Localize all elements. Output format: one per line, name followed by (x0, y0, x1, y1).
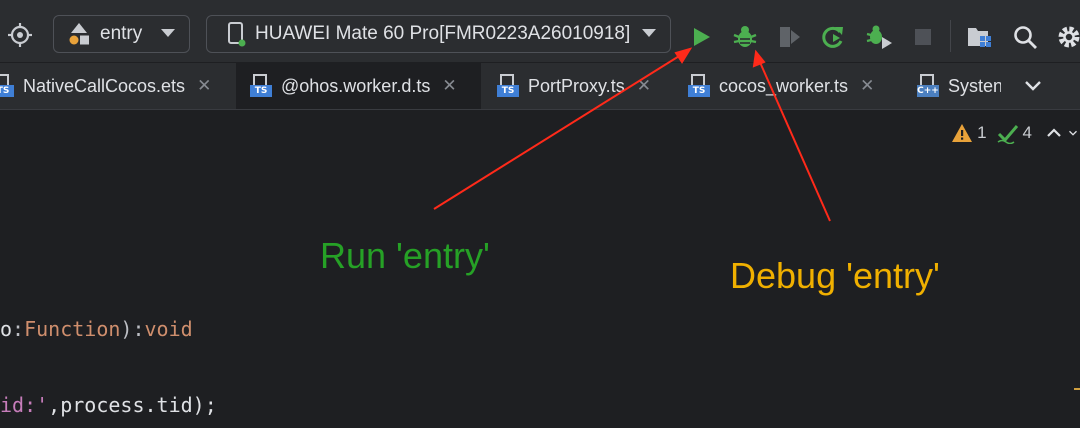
project-structure-icon (968, 28, 991, 47)
editor-tab-bar: TS NativeCallCocos.ets ✕ TS @ohos.worker… (0, 63, 1080, 110)
tab-label: @ohos.worker.d.ts (281, 75, 431, 96)
typescript-file-icon: TS (250, 74, 272, 98)
locate-target-icon[interactable] (6, 21, 34, 49)
gear-icon (1058, 26, 1080, 48)
chevron-down-icon[interactable] (1066, 121, 1080, 145)
tab-label: Systen (948, 75, 1001, 96)
tab-nativecallcocos[interactable]: TS NativeCallCocos.ets ✕ (0, 63, 236, 109)
debug-button[interactable] (730, 22, 760, 52)
attach-debugger-button[interactable] (864, 22, 894, 52)
inspection-widget[interactable]: 1 4 (951, 120, 1080, 146)
chevron-down-icon (161, 29, 175, 37)
search-icon (1014, 26, 1037, 49)
run-configuration-dropdown[interactable]: entry (53, 15, 190, 53)
project-structure-button[interactable] (965, 22, 995, 52)
run-annotation: Run 'entry' (320, 235, 490, 276)
tab-ohos-worker[interactable]: TS @ohos.worker.d.ts ✕ (236, 63, 481, 109)
run-button[interactable] (686, 22, 716, 52)
tab-portproxy[interactable]: TS PortProxy.ts ✕ (481, 63, 671, 109)
close-icon[interactable]: ✕ (442, 76, 456, 96)
bug-icon (733, 26, 757, 47)
close-icon[interactable]: ✕ (197, 76, 211, 96)
error-stripe-mark (1074, 388, 1080, 390)
chevron-down-icon (1025, 81, 1041, 91)
chevron-up-icon[interactable] (1042, 121, 1066, 145)
phone-icon (227, 21, 247, 47)
tab-label: PortProxy.ts (528, 75, 625, 96)
debug-annotation: Debug 'entry' (730, 255, 940, 296)
device-label: HUAWEI Mate 60 Pro[FMR0223A26010918] (255, 23, 631, 44)
chevron-down-icon (642, 29, 656, 37)
close-icon[interactable]: ✕ (637, 76, 651, 96)
check-icon (997, 125, 1018, 144)
close-icon[interactable]: ✕ (860, 76, 874, 96)
tab-system[interactable]: C++ Systen (901, 63, 1001, 109)
stop-button[interactable] (908, 22, 938, 52)
typescript-file-icon: TS (688, 74, 710, 98)
tabs-overflow-button[interactable] (1018, 73, 1048, 99)
module-shapes-icon (68, 22, 90, 46)
warning-count: 1 (977, 123, 987, 142)
main-toolbar: entry HUAWEI Mate 60 Pro[FMR0223A2601091… (0, 0, 1080, 63)
code-line: o:Function):void (0, 317, 193, 341)
code-line: id:',process.tid); (0, 393, 217, 417)
device-selector-dropdown[interactable]: HUAWEI Mate 60 Pro[FMR0223A26010918] (206, 15, 671, 53)
run-configuration-label: entry (100, 23, 143, 44)
tab-cocos-worker[interactable]: TS cocos_worker.ts ✕ (671, 63, 901, 109)
stop-icon (915, 29, 931, 45)
bug-attach-icon (866, 25, 892, 49)
profile-button[interactable] (774, 22, 804, 52)
apply-changes-button[interactable] (818, 22, 848, 52)
ok-count: 4 (1022, 123, 1032, 142)
toolbar-separator (950, 20, 951, 52)
search-button[interactable] (1010, 22, 1040, 52)
tab-label: NativeCallCocos.ets (23, 75, 186, 96)
play-icon (694, 28, 710, 46)
refresh-icon (822, 26, 843, 48)
typescript-file-icon: TS (0, 74, 14, 98)
cpp-file-icon: C++ (917, 74, 939, 98)
settings-button[interactable] (1054, 22, 1080, 52)
warning-icon (952, 124, 973, 142)
profiler-icon (780, 27, 800, 47)
typescript-file-icon: TS (497, 74, 519, 98)
tab-label: cocos_worker.ts (719, 75, 849, 96)
